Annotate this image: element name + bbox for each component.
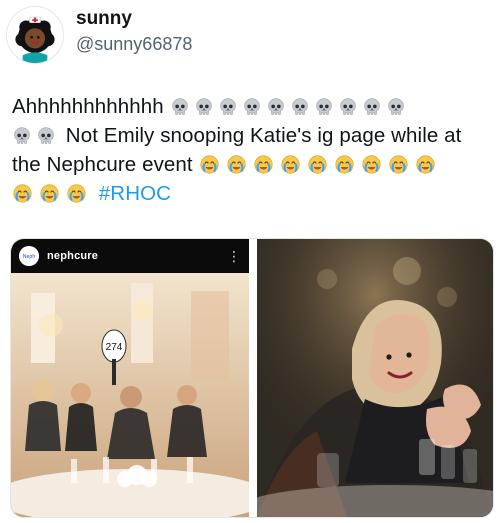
svg-text:Neph: Neph (23, 254, 36, 260)
loudly-crying-face-icon (39, 183, 60, 204)
tweet-text-intro: Ahhhhhhhhhhhh (12, 95, 164, 118)
loudly-crying-face-icon (12, 183, 33, 204)
svg-text:274: 274 (106, 342, 123, 353)
more-options-icon[interactable]: ⋮ (227, 248, 241, 265)
loudly-crying-face-icon (307, 154, 328, 175)
hashtag-link[interactable]: #RHOC (99, 182, 171, 205)
skull-icon (290, 96, 310, 116)
media-grid[interactable]: Neph nephcure ⋮ 274 (10, 238, 494, 518)
skull-icon (194, 96, 214, 116)
skull-icon (170, 96, 190, 116)
instagram-post-header: Neph nephcure ⋮ (11, 239, 249, 273)
skull-icon (386, 96, 406, 116)
media-photo-right[interactable] (257, 239, 493, 517)
loudly-crying-face-icon (415, 154, 436, 175)
loudly-crying-face-icon (280, 154, 301, 175)
instagram-account-name: nephcure (47, 250, 99, 262)
skull-icon (362, 96, 382, 116)
user-handle[interactable]: @sunny66878 (76, 34, 192, 55)
tweet-text: Ahhhhhhhhhhhh Not Emily snooping Katie's… (12, 92, 492, 208)
tweet: sunny @sunny66878 Ahhhhhhhhhhhh Not Emil… (0, 0, 501, 523)
skull-icon (266, 96, 286, 116)
event-scene-right (257, 239, 493, 517)
media-photo-left[interactable]: Neph nephcure ⋮ 274 (11, 239, 249, 517)
skull-icon (314, 96, 334, 116)
skull-icon (242, 96, 262, 116)
loudly-crying-face-icon (334, 154, 355, 175)
loudly-crying-face-icon (361, 154, 382, 175)
skull-icon (338, 96, 358, 116)
display-name[interactable]: sunny (76, 8, 132, 30)
loudly-crying-face-icon (388, 154, 409, 175)
event-scene-left: 274 (11, 273, 249, 517)
loudly-crying-face-icon (66, 183, 87, 204)
account-avatar: Neph (19, 246, 39, 266)
loudly-crying-face-icon (253, 154, 274, 175)
skull-icon (218, 96, 238, 116)
loudly-crying-face-icon (226, 154, 247, 175)
loudly-crying-face-icon (199, 154, 220, 175)
profile-avatar[interactable] (6, 6, 64, 64)
skull-icon (12, 125, 32, 145)
skull-icon (36, 125, 56, 145)
